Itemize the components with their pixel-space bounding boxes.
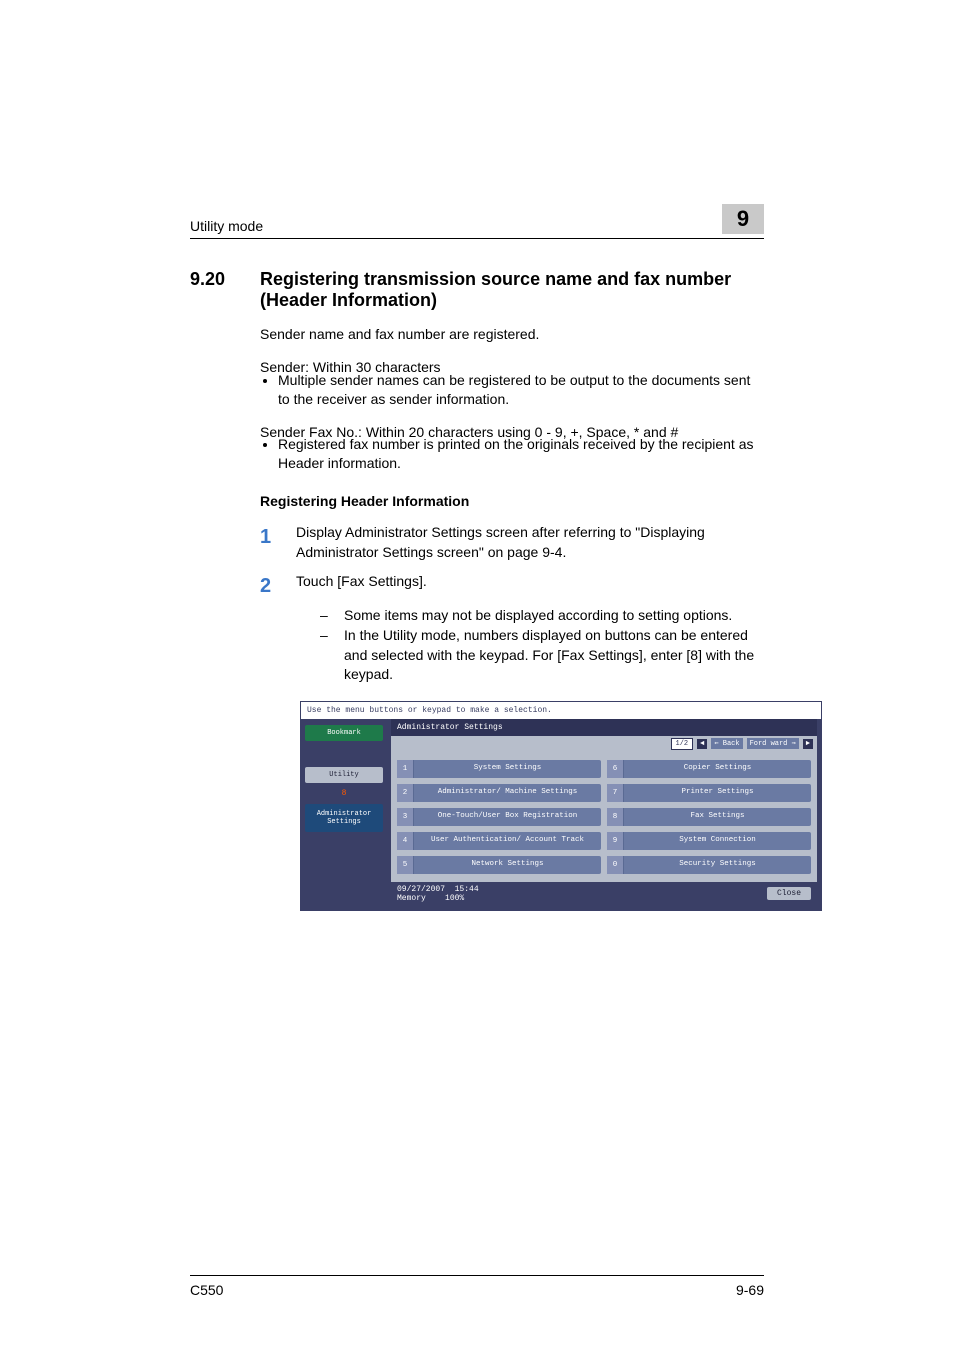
forward-button[interactable]: Ford ward ⇒	[747, 738, 799, 749]
page-indicator: 1/2	[671, 738, 694, 750]
menu-admin-machine-settings[interactable]: 2Administrator/ Machine Settings	[397, 784, 601, 802]
embedded-screenshot: Use the menu buttons or keypad to make a…	[300, 701, 822, 911]
nav-prev-icon[interactable]: ◄	[697, 739, 707, 749]
screenshot-instruction-bar: Use the menu buttons or keypad to make a…	[301, 702, 821, 719]
dash: –	[320, 606, 344, 626]
chapter-number-badge: 9	[722, 204, 764, 234]
menu-grid: 1System Settings 6Copier Settings 2Admin…	[391, 752, 817, 882]
nav-next-icon[interactable]: ►	[803, 739, 813, 749]
sender-name-notes: Multiple sender names can be registered …	[260, 371, 764, 409]
section-heading: 9.20 Registering transmission source nam…	[190, 269, 764, 311]
close-button[interactable]: Close	[767, 887, 811, 900]
page-footer: C550 9-69	[190, 1275, 764, 1298]
footer-model: C550	[190, 1282, 223, 1298]
screenshot-sidebar: Bookmark Utility 8 Administrator Setting…	[301, 719, 387, 910]
step-text: Display Administrator Settings screen af…	[296, 523, 764, 562]
nav-bar: 1/2 ◄ ⇐ Back Ford ward ⇒ ►	[391, 736, 817, 752]
menu-copier-settings[interactable]: 6Copier Settings	[607, 760, 811, 778]
note-text: In the Utility mode, numbers displayed o…	[344, 626, 764, 685]
step-2: 2 Touch [Fax Settings].	[260, 572, 764, 600]
step-number: 1	[260, 523, 296, 562]
utility-tab[interactable]: Utility	[305, 767, 383, 783]
sender-name-bullet: Multiple sender names can be registered …	[278, 371, 764, 409]
sidebar-step-number: 8	[305, 789, 383, 798]
bookmark-tab[interactable]: Bookmark	[305, 725, 383, 741]
menu-one-touch-registration[interactable]: 3One-Touch/User Box Registration	[397, 808, 601, 826]
sender-fax-notes: Registered fax number is printed on the …	[260, 435, 764, 473]
footer-page-number: 9-69	[736, 1282, 764, 1298]
header-left-text: Utility mode	[190, 218, 263, 234]
menu-fax-settings[interactable]: 8Fax Settings	[607, 808, 811, 826]
step-2-notes: –Some items may not be displayed accordi…	[320, 606, 764, 684]
step-number: 2	[260, 572, 296, 600]
footer-status: 09/27/2007 15:44 Memory 100%	[397, 885, 479, 903]
admin-settings-tab[interactable]: Administrator Settings	[305, 804, 383, 832]
section-number: 9.20	[190, 269, 260, 311]
section-title: Registering transmission source name and…	[260, 269, 764, 311]
step-text: Touch [Fax Settings].	[296, 572, 427, 600]
running-header: Utility mode 9	[190, 210, 764, 239]
menu-security-settings[interactable]: 0Security Settings	[607, 856, 811, 874]
note-text: Some items may not be displayed accordin…	[344, 606, 732, 626]
menu-user-auth-account-track[interactable]: 4User Authentication/ Account Track	[397, 832, 601, 850]
menu-network-settings[interactable]: 5Network Settings	[397, 856, 601, 874]
dash: –	[320, 626, 344, 685]
sender-fax-bullet: Registered fax number is printed on the …	[278, 435, 764, 473]
back-button[interactable]: ⇐ Back	[711, 738, 742, 749]
menu-system-connection[interactable]: 9System Connection	[607, 832, 811, 850]
screen-title-band: Administrator Settings	[391, 719, 817, 736]
procedure-heading: Registering Header Information	[260, 493, 764, 509]
intro-paragraph: Sender name and fax number are registere…	[260, 325, 764, 344]
screenshot-footer: 09/27/2007 15:44 Memory 100% Close	[391, 882, 817, 906]
menu-printer-settings[interactable]: 7Printer Settings	[607, 784, 811, 802]
step-1: 1 Display Administrator Settings screen …	[260, 523, 764, 562]
menu-system-settings[interactable]: 1System Settings	[397, 760, 601, 778]
